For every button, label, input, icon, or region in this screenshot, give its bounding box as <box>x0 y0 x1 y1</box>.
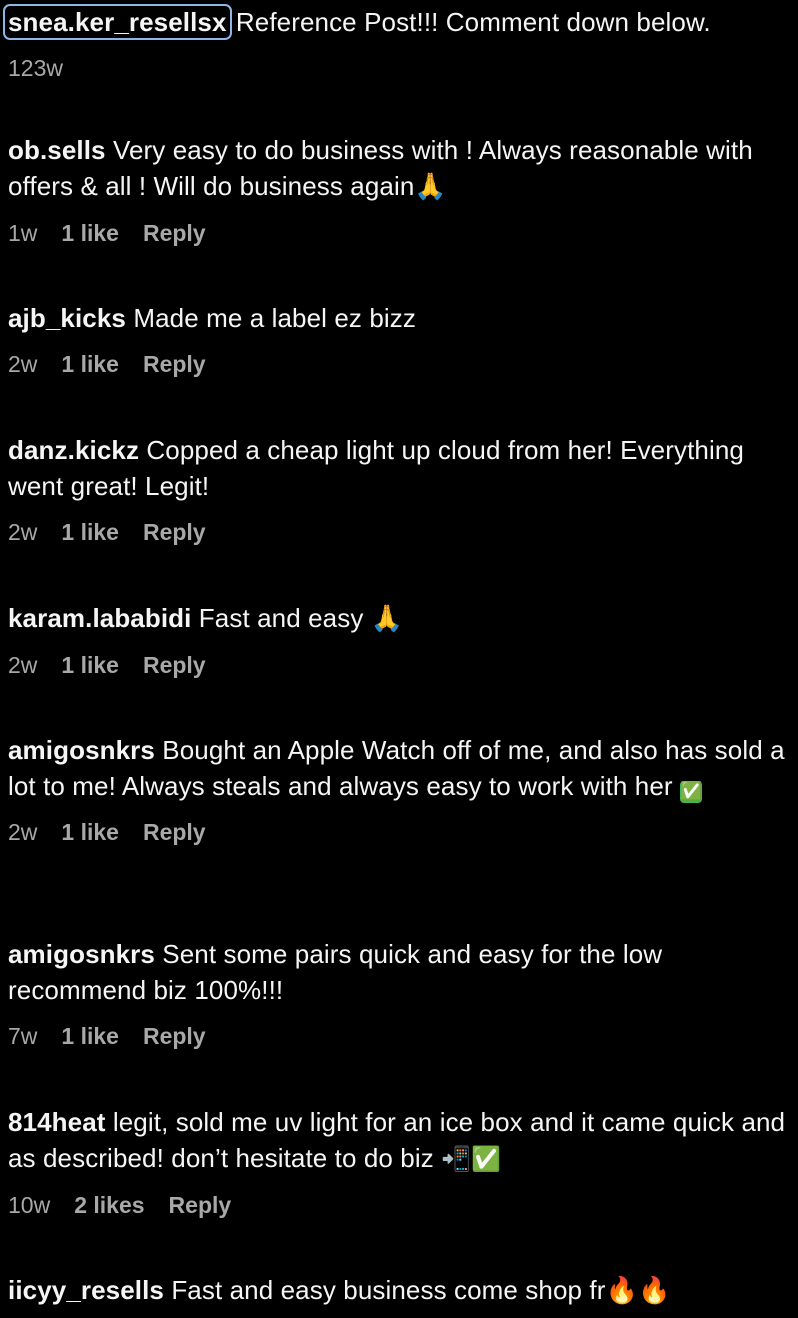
comment-item: 814heat legit, sold me uv light for an i… <box>8 1104 792 1219</box>
comment-username[interactable]: ob.sells <box>8 135 106 165</box>
comment-text: karam.lababidi Fast and easy 🙏 <box>8 600 792 637</box>
comment-item: karam.lababidi Fast and easy 🙏 2w 1 like… <box>8 600 792 679</box>
comment-body: Fast and easy business come shop fr <box>164 1275 606 1305</box>
pray-hands-icon: 🙏 <box>414 172 447 202</box>
comment-text: snea.ker_resellsx Reference Post!!! Comm… <box>3 4 792 40</box>
comment-body: Very easy to do business with ! Always r… <box>8 135 753 201</box>
reply-button[interactable]: Reply <box>143 219 206 247</box>
comment-likes[interactable]: 1 like <box>61 818 119 846</box>
comment-meta: 2w 1 like Reply <box>8 818 792 846</box>
comment-time: 2w <box>8 652 38 678</box>
reply-button[interactable]: Reply <box>143 350 206 378</box>
comment-username[interactable]: karam.lababidi <box>8 603 191 633</box>
comment-text: ob.sells Very easy to do business with !… <box>8 132 792 205</box>
reply-button[interactable]: Reply <box>143 1022 206 1050</box>
comment-text: 814heat legit, sold me uv light for an i… <box>8 1104 792 1177</box>
comment-text: ajb_kicks Made me a label ez bizz <box>8 300 792 336</box>
comment-meta: 2w 1 like Reply <box>8 350 792 378</box>
comment-text: amigosnkrs Sent some pairs quick and eas… <box>8 936 792 1008</box>
comment-body: Reference Post!!! Comment down below. <box>228 7 711 37</box>
comment-meta: 1w 1 like Reply <box>8 219 792 247</box>
phone-check-icon: 📲✅ <box>441 1145 502 1173</box>
comment-username[interactable]: ajb_kicks <box>8 303 126 333</box>
comment-meta: 7w 1 like Reply <box>8 1022 792 1050</box>
comment-text: danz.kickz Copped a cheap light up cloud… <box>8 432 792 504</box>
comment-item: ob.sells Very easy to do business with !… <box>8 132 792 247</box>
check-mark-icon: ✅ <box>679 781 703 803</box>
comment-body: Made me a label ez bizz <box>126 303 416 333</box>
comment-item: danz.kickz Copped a cheap light up cloud… <box>8 432 792 546</box>
comment-item: amigosnkrs Sent some pairs quick and eas… <box>8 936 792 1050</box>
comment-time: 10w <box>8 1192 51 1218</box>
comment-likes[interactable]: 1 like <box>61 651 119 679</box>
comment-time: 7w <box>8 1023 38 1049</box>
comment-username[interactable]: amigosnkrs <box>8 939 155 969</box>
comment-time: 2w <box>8 819 38 845</box>
comment-likes[interactable]: 1 like <box>61 350 119 378</box>
comment-item: amigosnkrs Bought an Apple Watch off of … <box>8 732 792 846</box>
fire-icon: 🔥🔥 <box>605 1276 671 1306</box>
comment-text: amigosnkrs Bought an Apple Watch off of … <box>8 732 792 804</box>
comment-likes[interactable]: 1 like <box>61 1022 119 1050</box>
comment-text: iicyy_resells Fast and easy business com… <box>8 1272 792 1309</box>
comment-time: 2w <box>8 519 38 545</box>
comment-time: 123w <box>8 55 63 81</box>
reply-button[interactable]: Reply <box>169 1191 232 1219</box>
pray-hands-icon: 🙏 <box>370 604 404 634</box>
comment-meta: 10w 2 likes Reply <box>8 1191 792 1219</box>
comment-likes[interactable]: 2 likes <box>74 1191 144 1219</box>
comment-username[interactable]: amigosnkrs <box>8 735 155 765</box>
comment-username[interactable]: iicyy_resells <box>8 1275 164 1305</box>
comment-likes[interactable]: 1 like <box>61 219 119 247</box>
comment-item: ajb_kicks Made me a label ez bizz 2w 1 l… <box>8 300 792 378</box>
comment-username[interactable]: 814heat <box>8 1107 106 1137</box>
comment-body: Fast and easy <box>191 603 371 633</box>
comment-meta: 2w 1 like Reply <box>8 518 792 546</box>
comment-body: legit, sold me uv light for an ice box a… <box>8 1107 786 1173</box>
reply-button[interactable]: Reply <box>143 518 206 546</box>
reply-button[interactable]: Reply <box>143 651 206 679</box>
comment-username[interactable]: danz.kickz <box>8 435 139 465</box>
reply-button[interactable]: Reply <box>143 818 206 846</box>
comment-time: 1w <box>8 220 38 246</box>
comment-item: iicyy_resells Fast and easy business com… <box>8 1272 792 1309</box>
comment-time: 2w <box>8 351 38 377</box>
comment-likes[interactable]: 1 like <box>61 518 119 546</box>
comment-username[interactable]: snea.ker_resellsx <box>3 4 232 40</box>
comment-meta: 2w 1 like Reply <box>8 651 792 679</box>
comment-item: snea.ker_resellsx Reference Post!!! Comm… <box>3 4 792 82</box>
comment-meta: 123w <box>8 54 792 82</box>
